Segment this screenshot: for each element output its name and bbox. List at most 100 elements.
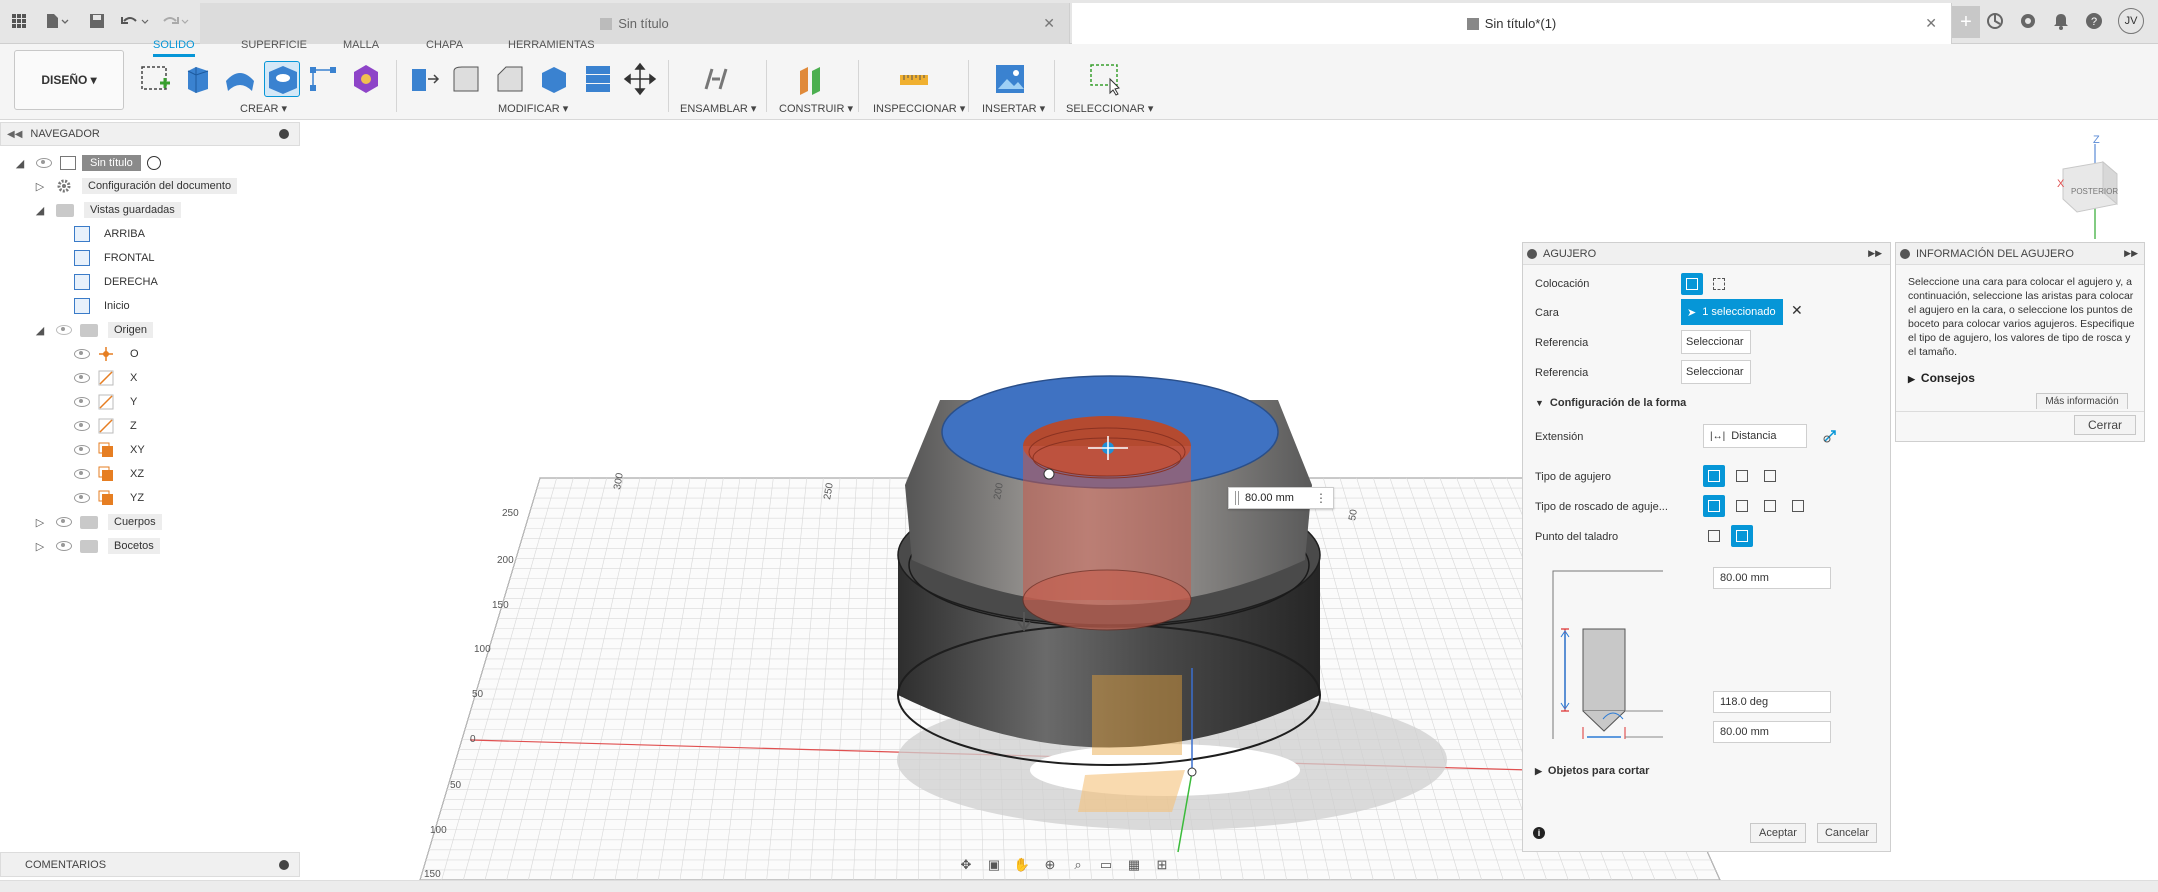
collapse-triangle-icon[interactable]: ◢	[34, 204, 46, 217]
zoom-icon[interactable]: ⊕	[1039, 856, 1061, 874]
visibility-eye-icon[interactable]	[74, 397, 90, 407]
tab-chapa[interactable]: CHAPA	[426, 39, 463, 51]
tab-superficie[interactable]: SUPERFICIE	[241, 39, 307, 51]
flip-direction-icon[interactable]	[1821, 425, 1841, 445]
cancel-button[interactable]: Cancelar	[1817, 823, 1877, 843]
expand-triangle-icon[interactable]: ▷	[34, 516, 46, 529]
visibility-eye-icon[interactable]	[56, 517, 72, 527]
tree-view-derecha[interactable]: DERECHA	[74, 271, 158, 293]
offset-plane-icon[interactable]	[794, 61, 830, 97]
tree-doc-settings[interactable]: ▷ Configuración del documento	[34, 175, 238, 197]
extensions-icon[interactable]	[1984, 10, 2006, 32]
visibility-eye-icon[interactable]	[74, 493, 90, 503]
save-icon[interactable]	[86, 10, 108, 32]
group-insert[interactable]: INSERTAR ▾	[982, 102, 1045, 115]
comments-panel[interactable]: COMENTARIOS	[0, 852, 300, 877]
objects-to-cut-section[interactable]: ▶ Objetos para cortar	[1535, 765, 1649, 777]
tree-origin-y[interactable]: Y	[74, 391, 137, 413]
tab-document-2[interactable]: Sin título*(1) ✕	[1072, 3, 1952, 44]
shell-icon[interactable]	[536, 61, 572, 97]
dimension-callout[interactable]: 80.00 mm ⋮	[1228, 487, 1334, 509]
group-assemble[interactable]: ENSAMBLAR ▾	[680, 102, 756, 115]
tree-origin[interactable]: ◢ Origen	[34, 319, 154, 341]
insert-image-icon[interactable]	[992, 61, 1028, 97]
tree-saved-views[interactable]: ◢ Vistas guardadas	[34, 199, 181, 221]
tab-solido[interactable]: SOLIDO	[153, 39, 195, 57]
display-settings-icon[interactable]: ▭	[1095, 856, 1117, 874]
file-menu-icon[interactable]	[42, 10, 72, 32]
taper-tapped-button[interactable]	[1787, 495, 1809, 517]
group-create[interactable]: CREAR ▾	[240, 102, 287, 115]
visibility-eye-icon[interactable]	[74, 349, 90, 359]
activate-radio-icon[interactable]	[146, 156, 161, 170]
look-at-icon[interactable]: ▣	[983, 856, 1005, 874]
visibility-eye-icon[interactable]	[74, 445, 90, 455]
diameter-field[interactable]: 80.00 mm	[1713, 721, 1831, 743]
tree-origin-point[interactable]: O	[74, 343, 139, 365]
reference2-select-button[interactable]: Seleccionar	[1681, 360, 1751, 384]
tree-origin-z[interactable]: Z	[74, 415, 137, 437]
collapse-triangle-icon[interactable]: ◢	[34, 324, 46, 337]
tapped-button[interactable]	[1759, 495, 1781, 517]
create-form-icon[interactable]	[348, 61, 384, 97]
tree-bodies[interactable]: ▷ Cuerpos	[34, 511, 162, 533]
redo-icon[interactable]	[158, 10, 192, 32]
close-tab-icon[interactable]: ✕	[1043, 15, 1055, 32]
app-grid-icon[interactable]	[8, 10, 30, 32]
notifications-icon[interactable]	[2050, 10, 2072, 32]
grid-settings-icon[interactable]: ▦	[1123, 856, 1145, 874]
combine-icon[interactable]	[580, 61, 616, 97]
move-icon[interactable]	[622, 61, 658, 97]
hidden-eye-icon[interactable]	[56, 325, 72, 335]
visibility-eye-icon[interactable]	[74, 469, 90, 479]
fit-icon[interactable]: ⌕	[1067, 856, 1089, 874]
collapse-panel-icon[interactable]: ◀◀	[7, 129, 22, 140]
tip-angle-field[interactable]: 118.0 deg	[1713, 691, 1831, 713]
info-icon[interactable]: i	[1533, 827, 1545, 839]
simple-hole-button[interactable]	[1703, 465, 1725, 487]
extrude-icon[interactable]	[180, 61, 216, 97]
chamfer-icon[interactable]	[492, 61, 528, 97]
tree-view-arriba[interactable]: ARRIBA	[74, 223, 145, 245]
group-modify[interactable]: MODIFICAR ▾	[498, 102, 568, 115]
panel-options-icon[interactable]	[279, 129, 289, 139]
single-hole-button[interactable]	[1681, 273, 1703, 295]
face-selection-button[interactable]: ➤ 1 seleccionado	[1681, 299, 1783, 325]
add-comment-icon[interactable]	[279, 859, 289, 870]
expand-triangle-icon[interactable]: ▷	[34, 180, 46, 193]
clear-selection-icon[interactable]: ✕	[1791, 302, 1803, 319]
counterbore-hole-button[interactable]	[1731, 465, 1753, 487]
fillet-icon[interactable]	[448, 61, 484, 97]
viewcube[interactable]: POSTERIOR Z X	[2055, 134, 2155, 244]
tab-malla[interactable]: MALLA	[343, 39, 379, 51]
tree-origin-xz[interactable]: XZ	[74, 463, 144, 485]
clearance-tap-button[interactable]	[1731, 495, 1753, 517]
tree-view-frontal[interactable]: FRONTAL	[74, 247, 155, 269]
tree-view-inicio[interactable]: Inicio	[74, 295, 130, 317]
pan-hand-icon[interactable]: ✋	[1011, 856, 1033, 874]
flat-drill-point-button[interactable]	[1703, 525, 1725, 547]
visibility-eye-icon[interactable]	[74, 421, 90, 431]
tab-herramientas[interactable]: HERRAMIENTAS	[508, 39, 595, 51]
create-sketch-icon[interactable]	[138, 61, 174, 97]
group-construct[interactable]: CONSTRUIR ▾	[779, 102, 853, 115]
more-info-button[interactable]: Más información	[2036, 393, 2128, 409]
angled-drill-point-button[interactable]	[1731, 525, 1753, 547]
orbit-icon[interactable]: ✥	[955, 856, 977, 874]
tree-root[interactable]: ◢ Sin título	[14, 152, 161, 174]
tree-sketches[interactable]: ▷ Bocetos	[34, 535, 160, 557]
new-tab-icon[interactable]: +	[1952, 6, 1980, 38]
ok-button[interactable]: Aceptar	[1750, 823, 1806, 843]
tree-origin-yz[interactable]: YZ	[74, 487, 144, 509]
depth-input[interactable]: 80.00 mm	[1245, 492, 1294, 504]
viewports-icon[interactable]: ⊞	[1151, 856, 1173, 874]
job-status-icon[interactable]	[2017, 10, 2039, 32]
expand-triangle-icon[interactable]: ▷	[34, 540, 46, 553]
pattern-icon[interactable]	[306, 61, 342, 97]
simple-tap-button[interactable]	[1703, 495, 1725, 517]
visibility-eye-icon[interactable]	[74, 373, 90, 383]
hole-icon[interactable]	[264, 61, 300, 97]
tips-section[interactable]: ▶ Consejos	[1908, 371, 1975, 385]
workspace-switcher[interactable]: DISEÑO ▾	[14, 50, 124, 110]
avatar[interactable]: JV	[2118, 8, 2144, 34]
